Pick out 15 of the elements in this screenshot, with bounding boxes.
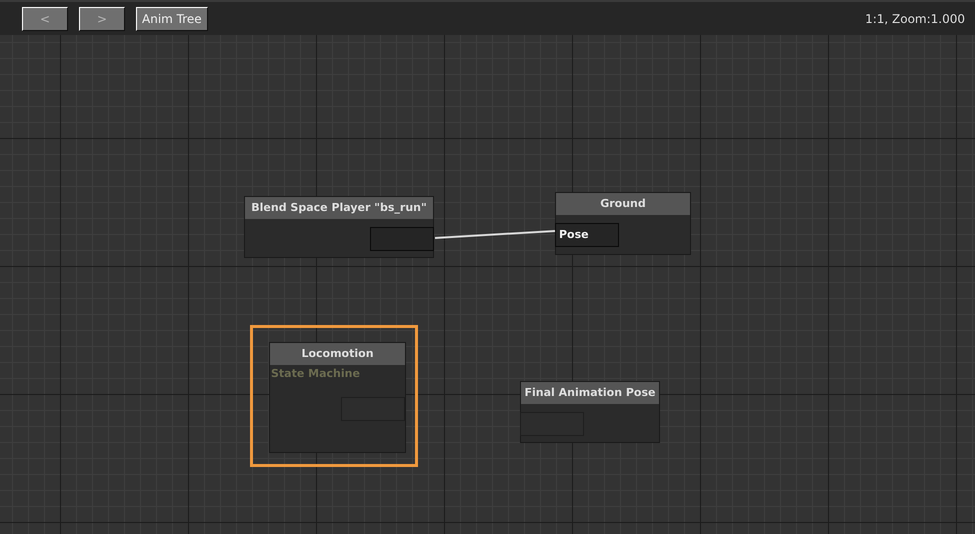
node-title: Final Animation Pose (521, 382, 659, 404)
graph-node[interactable]: Locomotion State Machine (269, 342, 406, 453)
graph-node[interactable]: Final Animation Pose (520, 381, 660, 443)
node-title: Locomotion (270, 343, 405, 365)
graph-node[interactable]: Ground Pose (555, 192, 691, 255)
output-socket[interactable] (370, 227, 434, 251)
node-title: Blend Space Player "bs_run" (245, 197, 433, 219)
output-socket[interactable] (341, 397, 405, 421)
input-socket[interactable]: Pose (555, 223, 619, 247)
node-title: Ground (556, 193, 690, 215)
toolbar-button[interactable]: Anim Tree (136, 6, 208, 30)
node-subtitle: State Machine (270, 367, 361, 380)
zoom-readout: 1:1, Zoom:1.000 (865, 12, 965, 26)
graph-node[interactable]: Blend Space Player "bs_run" (244, 196, 434, 258)
input-socket[interactable] (520, 412, 584, 436)
